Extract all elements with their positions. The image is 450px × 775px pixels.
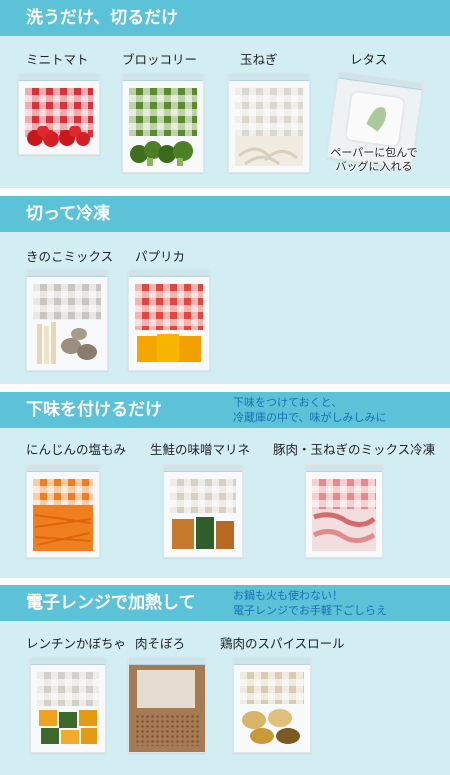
- note-line: 冷蔵庫の中で、味がしみしみに: [233, 411, 387, 424]
- callout-line: ペーパーに包んで: [330, 146, 418, 159]
- item-label-chicken-roll: 鶏肉のスパイスロール: [220, 636, 345, 651]
- bag-zipper: [27, 270, 107, 277]
- pork-onion-bag-image: [305, 464, 383, 558]
- paprika-shapes: [137, 334, 201, 362]
- pumpkin-contents: [37, 706, 99, 746]
- chicken-roll-bag-image: [233, 657, 311, 753]
- gingham-label: [37, 672, 99, 706]
- paprika-bag-image: [128, 269, 210, 371]
- pork-shapes: [312, 512, 376, 543]
- pumpkin-bag-image: [30, 657, 106, 753]
- item-label-mushroom-mix: きのこミックス: [26, 249, 114, 264]
- bag-zipper: [129, 658, 205, 665]
- section-separator: [0, 384, 450, 392]
- item-label-broccoli: ブロッコリー: [122, 52, 198, 67]
- broccoli-shapes: [130, 141, 193, 166]
- section-note: お鍋も火も使わない！ 電子レンジでお手軽下ごしらえ: [233, 588, 387, 618]
- lettuce-leaf-shape: [366, 107, 386, 132]
- item-label-lettuce: レタス: [350, 52, 388, 67]
- section-note: 下味をつけておくと、 冷蔵庫の中で、味がしみしみに: [233, 395, 387, 425]
- bag-zipper: [306, 465, 382, 472]
- section-banner: 洗うだけ、切るだけ: [0, 0, 450, 36]
- item-label-pork-onion: 豚肉・玉ねぎのミックス冷凍: [273, 442, 436, 457]
- item-label-salmon-miso: 生鮭の味噌マリネ: [150, 442, 251, 457]
- note-line: お鍋も火も使わない！: [233, 589, 343, 602]
- note-line: 電子レンジでお手軽下ごしらえ: [233, 604, 387, 617]
- item-label-carrot-salt: にんじんの塩もみ: [26, 442, 127, 457]
- section-cut-freeze: 切って冷凍 きのこミックス パプリカ: [0, 196, 450, 384]
- gingham-label: [170, 479, 236, 513]
- item-label-mini-tomato: ミニトマト: [26, 52, 89, 67]
- bag-zipper: [338, 71, 423, 91]
- mushroom-mix-bag-image: [26, 269, 108, 371]
- chicken-contents: [240, 704, 304, 746]
- onion-contents: [235, 136, 303, 166]
- section-title: 下味を付けるだけ: [26, 400, 162, 420]
- section-banner: 切って冷凍: [0, 196, 450, 232]
- onion-bag-image: [228, 73, 310, 173]
- bag-zipper: [229, 74, 309, 81]
- note-line: 下味をつけておくと、: [233, 396, 343, 409]
- bag-zipper: [31, 658, 105, 665]
- lettuce-callout: ペーパーに包んで バッグに入れる: [318, 146, 430, 174]
- carrot-bag-image: [26, 464, 100, 558]
- meat-soboro-bag-image: [128, 657, 206, 753]
- soboro-label: [137, 670, 195, 708]
- gingham-label: [129, 88, 197, 136]
- broccoli-contents: [129, 138, 197, 166]
- pork-contents: [312, 509, 376, 551]
- section-separator: [0, 188, 450, 196]
- chicken-shapes: [242, 709, 300, 744]
- section-microwave: 電子レンジで加熱して お鍋も火も使わない！ 電子レンジでお手軽下ごしらえ レンチ…: [0, 585, 450, 775]
- section-wash-cut: 洗うだけ、切るだけ ミニトマト ブロッコリー 玉ねぎ レタス ペーパーに包んで …: [0, 0, 450, 188]
- section-title: 切って冷凍: [26, 204, 111, 224]
- item-label-paprika: パプリカ: [135, 249, 186, 264]
- soboro-texture: [135, 714, 199, 746]
- salmon-shapes: [172, 517, 234, 549]
- bag-zipper: [164, 465, 242, 472]
- bag-zipper: [234, 658, 310, 665]
- gingham-label: [312, 479, 376, 509]
- section-banner: 下味を付けるだけ 下味をつけておくと、 冷蔵庫の中で、味がしみしみに: [0, 392, 450, 428]
- section-title: 電子レンジで加熱して: [26, 593, 196, 613]
- bag-zipper: [129, 270, 209, 277]
- gingham-label: [33, 479, 93, 505]
- section-title: 洗うだけ、切るだけ: [26, 8, 179, 28]
- paprika-contents: [135, 332, 203, 364]
- section-marinate: 下味を付けるだけ 下味をつけておくと、 冷蔵庫の中で、味がしみしみに にんじんの…: [0, 392, 450, 578]
- broccoli-bag-image: [122, 73, 204, 173]
- item-label-pumpkin: レンチンかぼちゃ: [26, 636, 127, 651]
- item-label-onion: 玉ねぎ: [240, 52, 278, 67]
- tomato-contents: [25, 125, 93, 148]
- paper-towel-bundle: [346, 91, 405, 147]
- gingham-label: [235, 88, 303, 136]
- bag-zipper: [123, 74, 203, 81]
- onion-shapes: [238, 147, 298, 166]
- mushroom-shapes: [37, 322, 97, 364]
- salmon-contents: [170, 513, 236, 551]
- mini-tomato-bag-image: [18, 73, 100, 155]
- gingham-label: [135, 284, 203, 330]
- mushroom-contents: [33, 320, 101, 364]
- bag-zipper: [27, 465, 99, 472]
- carrot-contents: [33, 505, 93, 551]
- carrot-shapes: [34, 514, 92, 546]
- item-label-meat-soboro: 肉そぼろ: [135, 636, 186, 651]
- gingham-label: [33, 284, 101, 320]
- gingham-label: [240, 672, 304, 704]
- callout-line: バッグに入れる: [335, 160, 413, 173]
- bag-zipper: [19, 74, 99, 81]
- section-banner: 電子レンジで加熱して お鍋も火も使わない！ 電子レンジでお手軽下ごしらえ: [0, 585, 450, 621]
- pumpkin-shapes: [39, 710, 97, 744]
- salmon-bag-image: [163, 464, 243, 558]
- tomato-shapes: [27, 125, 90, 147]
